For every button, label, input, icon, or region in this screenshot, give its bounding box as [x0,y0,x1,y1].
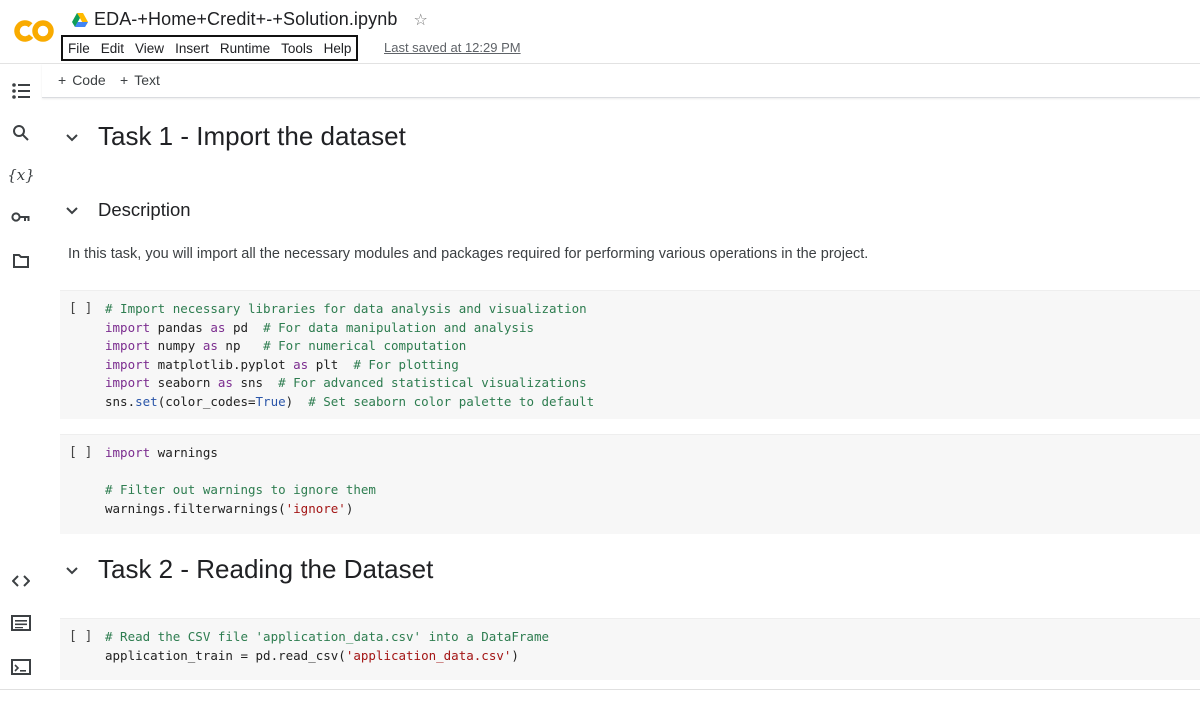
menu-edit[interactable]: Edit [101,41,124,56]
star-icon[interactable]: ☆ [413,10,427,30]
chevron-down-icon[interactable] [64,129,80,145]
code-snippets-icon[interactable] [8,568,34,594]
description-heading-row: Description [64,199,191,221]
google-drive-icon [72,12,88,27]
chevron-down-icon[interactable] [64,202,80,218]
menu-tools[interactable]: Tools [281,41,313,56]
variables-icon[interactable]: {x} [7,162,35,188]
task1-heading-row: Task 1 - Import the dataset [64,121,406,152]
code-cell-warnings[interactable]: [ ] import warnings ​# Filter out warning… [60,434,1200,534]
code-line: # Filter out warnings to ignore them [105,482,376,498]
last-saved-link[interactable]: Last saved at 12:29 PM [384,40,521,55]
menu-view[interactable]: View [135,41,164,56]
run-cell-button[interactable]: [ ] [69,629,92,644]
code-cell-read-csv[interactable]: [ ] # Read the CSV file 'application_dat… [60,618,1200,680]
run-cell-button[interactable]: [ ] [69,445,92,460]
task2-heading-row: Task 2 - Reading the Dataset [64,554,433,585]
secrets-key-icon[interactable] [8,204,34,230]
notebook-title[interactable]: EDA-+Home+Credit+-+Solution.ipynb [94,9,397,30]
code-line: # Import necessary libraries for data an… [105,301,587,316]
description-text: In this task, you will import all the ne… [68,246,869,262]
code-cell-imports[interactable]: [ ] # Import necessary libraries for dat… [60,290,1200,419]
code-line: # Read the CSV file 'application_data.cs… [105,629,550,644]
menu-bar: File Edit View Insert Runtime Tools Help [61,35,359,61]
code-line: sns.set(color_codes=True) # Set seaborn … [105,393,595,409]
header-bar: EDA-+Home+Credit+-+Solution.ipynb ☆ File… [0,0,1200,64]
plus-icon: + [120,72,129,88]
code-editor[interactable]: # Import necessary libraries for data an… [105,300,594,412]
task2-heading: Task 2 - Reading the Dataset [98,554,434,584]
menu-file[interactable]: File [68,41,90,56]
chevron-down-icon[interactable] [64,562,80,578]
notebook-toolbar: + Code + Text [42,64,1200,98]
code-line: application_train = pd.read_csv('applica… [105,647,519,663]
menu-insert[interactable]: Insert [175,41,209,56]
terminal-icon[interactable] [8,654,34,680]
menu-runtime[interactable]: Runtime [220,41,270,56]
plus-icon: + [58,72,67,88]
run-cell-button[interactable]: [ ] [69,301,92,316]
add-code-button[interactable]: + Code [58,72,106,88]
task1-heading: Task 1 - Import the dataset [98,121,406,151]
left-sidebar: {x} [0,64,42,706]
code-editor[interactable]: # Read the CSV file 'application_data.cs… [105,628,549,665]
table-of-contents-icon[interactable] [8,78,34,104]
code-line: ​ [105,463,376,482]
menu-help[interactable]: Help [324,41,352,56]
add-text-button[interactable]: + Text [120,72,160,88]
command-palette-icon[interactable] [8,610,34,636]
description-heading: Description [98,199,191,220]
code-line: import seaborn as sns # For advanced sta… [105,375,587,391]
notebook-area: Task 1 - Import the dataset Description … [42,99,1200,689]
code-line: warnings.filterwarnings('ignore') [105,500,354,516]
code-line: import warnings [105,445,218,460]
code-editor[interactable]: import warnings ​# Filter out warnings to… [105,444,376,518]
files-folder-icon[interactable] [8,248,34,274]
code-line: import pandas as pd # For data manipulat… [105,319,535,335]
code-line: import matplotlib.pyplot as plt # For pl… [105,356,459,372]
bottom-divider [0,689,1200,690]
search-icon[interactable] [8,120,34,146]
colab-logo-icon[interactable] [14,18,54,44]
code-line: import numpy as np # For numerical compu… [105,338,467,354]
